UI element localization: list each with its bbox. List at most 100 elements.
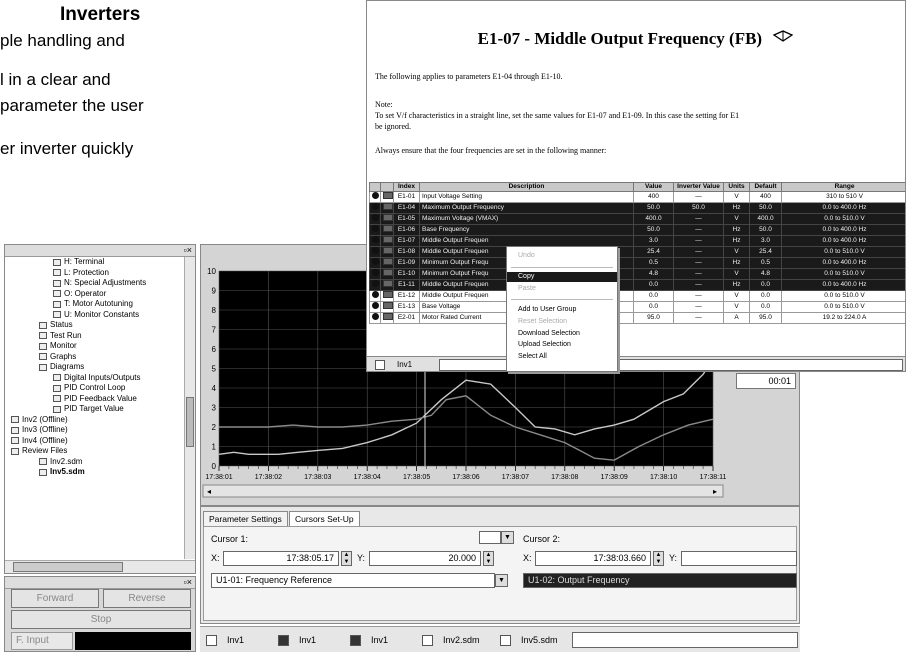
folder-icon <box>53 384 61 392</box>
cell-value: 400 <box>633 191 674 203</box>
cursor-1-x-field[interactable]: 17:38:05.17 <box>223 551 339 566</box>
cursor-1-y-spinner[interactable]: ▲ ▼ <box>483 551 494 566</box>
cursor-2-x-field[interactable]: 17:38:03.660 <box>535 551 651 566</box>
tree-item[interactable]: PID Control Loop <box>7 383 183 394</box>
intro-line-1: ple handling and <box>0 31 125 50</box>
tree-item-label: O: Operator <box>64 288 107 298</box>
menu-item-select-all[interactable]: Select All <box>507 352 617 362</box>
tree-item[interactable]: Inv3 (Offline) <box>7 425 183 436</box>
tree-item[interactable]: Digital Inputs/Outputs <box>7 373 183 384</box>
table-row[interactable]: E1-06 Base Frequency 50.0— Hz 50.0 0.0 to 400… <box>369 224 905 236</box>
cursor-2-x-spinner[interactable]: ▲ ▼ <box>653 551 664 566</box>
tree-item[interactable]: Graphs <box>7 352 183 363</box>
chevron-down-icon[interactable]: ▼ <box>501 531 514 544</box>
tab-inv1-monitor[interactable]: Inv1 <box>278 633 316 647</box>
cursor-2-signal-select[interactable]: U1-02: Output Frequency <box>523 573 797 588</box>
navigation-tree: H: Terminal L: Protection N: Special Adjus… <box>7 257 183 559</box>
tree-item[interactable]: Inv5.sdm <box>7 467 183 478</box>
table-row[interactable]: E1-10 Minimum Output Frequ 4.8— V 4.8 0.0 to … <box>369 268 905 280</box>
tree-vertical-scrollbar[interactable] <box>184 257 195 559</box>
cell-index: E1-08 <box>393 246 420 258</box>
reverse-button[interactable]: Reverse <box>103 589 191 608</box>
table-row[interactable]: E1-12 Middle Output Frequen 0.0— V 0.0 0.0 to… <box>369 290 905 302</box>
table-row[interactable]: E1-09 Minimum Output Frequ 0.5— Hz 0.5 0.0 to… <box>369 257 905 269</box>
column-header[interactable]: Units <box>723 182 750 192</box>
cursor-1-y-field[interactable]: 20.000 <box>369 551 481 566</box>
table-row[interactable]: E1-11 Middle Output Frequen 0.0— Hz 0.0 0.0 t… <box>369 279 905 291</box>
table-row[interactable]: E1-08 Middle Output Frequen 25.4— V 25.4 0.0 … <box>369 246 905 258</box>
tree-item[interactable]: Test Run <box>7 331 183 342</box>
column-header[interactable]: Inverter Value <box>673 182 724 192</box>
column-header[interactable]: Value <box>633 182 674 192</box>
menu-item-copy[interactable]: Copy <box>507 272 617 282</box>
book-icon[interactable] <box>772 29 794 43</box>
tree-item[interactable]: PID Feedback Value <box>7 394 183 405</box>
cursor-1-x-spinner[interactable]: ▲ ▼ <box>341 551 352 566</box>
menu-item-add-to-user-group[interactable]: Add to User Group <box>507 305 617 315</box>
cursor-1-signal-select[interactable]: U1-01: Frequency Reference <box>211 573 495 588</box>
tree-item[interactable]: Inv2.sdm <box>7 457 183 468</box>
scroll-thumb[interactable] <box>13 562 123 572</box>
close-icon[interactable]: ▫× <box>184 577 192 587</box>
menu-item-download-selection[interactable]: Download Selection <box>507 329 617 339</box>
tree-item[interactable]: Review Files <box>7 446 183 457</box>
cell-range: 19.2 to 224.0 A <box>781 312 905 324</box>
cell-range: 0.0 to 510.0 V <box>781 213 905 225</box>
f-input-field[interactable] <box>75 632 191 650</box>
column-header[interactable]: Description <box>419 182 634 192</box>
cell-inv: — <box>673 235 724 247</box>
menu-item-paste[interactable]: Paste <box>507 284 617 294</box>
tab-inv5-sdm[interactable]: Inv5.sdm <box>500 633 558 647</box>
menu-item-upload-selection[interactable]: Upload Selection <box>507 340 617 350</box>
tab-inv1-graph[interactable]: Inv1 <box>350 633 388 647</box>
tree-item[interactable]: Diagrams <box>7 362 183 373</box>
cell-units: Hz <box>723 224 750 236</box>
tree-horizontal-scrollbar[interactable] <box>5 560 195 573</box>
tree-item[interactable]: Monitor <box>7 341 183 352</box>
cell-range: 310 to 510 V <box>781 191 905 203</box>
tab-parameter-settings[interactable]: Parameter Settings <box>203 511 288 526</box>
table-row[interactable]: E1-07 Middle Output Frequen 3.0— Hz 3.0 0.0 t… <box>369 235 905 247</box>
cell-value: 3.0 <box>633 235 674 247</box>
tree-item[interactable]: T: Motor Autotuning <box>7 299 183 310</box>
table-row[interactable]: E1-13 Base Voltage 0.0— V 0.0 0.0 to 510.0 V <box>369 301 905 313</box>
tree-item[interactable]: H: Terminal <box>7 257 183 268</box>
cell-index: E1-06 <box>393 224 420 236</box>
table-row[interactable]: E1-01 Input Voltage Setting 400— V 400 310 to… <box>369 191 905 203</box>
cursor-2-label: Cursor 2: <box>523 534 561 544</box>
tree-item[interactable]: U: Monitor Constants <box>7 310 183 321</box>
tree-item[interactable]: Status <box>7 320 183 331</box>
column-header[interactable]: Default <box>749 182 782 192</box>
cell-units: V <box>723 268 750 280</box>
tree-item[interactable]: O: Operator <box>7 289 183 300</box>
help-tab-inv1[interactable]: Inv1 <box>397 360 412 369</box>
table-row[interactable]: E1-05 Maximum Voltage (VMAX) 400.0— V 400.0 0… <box>369 213 905 225</box>
tab-inv2-sdm[interactable]: Inv2.sdm <box>422 633 480 647</box>
tree-item[interactable]: N: Special Adjustments <box>7 278 183 289</box>
close-icon[interactable]: ▫× <box>184 245 192 255</box>
menu-item-reset-selection[interactable]: Reset Selection <box>507 317 617 327</box>
cursor-1-color-picker[interactable] <box>479 531 501 544</box>
tab-inv1[interactable]: Inv1 <box>206 633 244 647</box>
stop-button[interactable]: Stop <box>11 610 191 629</box>
scroll-thumb[interactable] <box>186 397 194 447</box>
forward-button[interactable]: Forward <box>11 589 99 608</box>
table-row[interactable]: E2-01 Motor Rated Current 95.0— A 95.0 19.2 t… <box>369 312 905 324</box>
column-header[interactable]: Range <box>781 182 905 192</box>
menu-item-undo[interactable]: Undo <box>507 251 617 261</box>
cursor-2-y-field[interactable] <box>681 551 797 566</box>
tab-cursors-setup[interactable]: Cursors Set-Up <box>289 511 360 526</box>
column-header[interactable]: Index <box>393 182 420 192</box>
tree-item[interactable]: PID Target Value <box>7 404 183 415</box>
table-row[interactable]: E1-04 Maximum Output Frequency 50.0 50.0 Hz 5… <box>369 202 905 214</box>
y-tick-label: 3 <box>212 404 217 413</box>
tree-item[interactable]: L: Protection <box>7 268 183 279</box>
page-icon <box>383 280 393 287</box>
folder-icon <box>39 468 47 476</box>
status-field <box>572 632 798 648</box>
tree-item[interactable]: Inv2 (Offline) <box>7 415 183 426</box>
chevron-down-icon[interactable]: ▼ <box>495 574 508 587</box>
tree-item[interactable]: Inv4 (Offline) <box>7 436 183 447</box>
tree-item-label: Diagrams <box>50 362 85 371</box>
tree-item-label: T: Motor Autotuning <box>64 299 133 308</box>
